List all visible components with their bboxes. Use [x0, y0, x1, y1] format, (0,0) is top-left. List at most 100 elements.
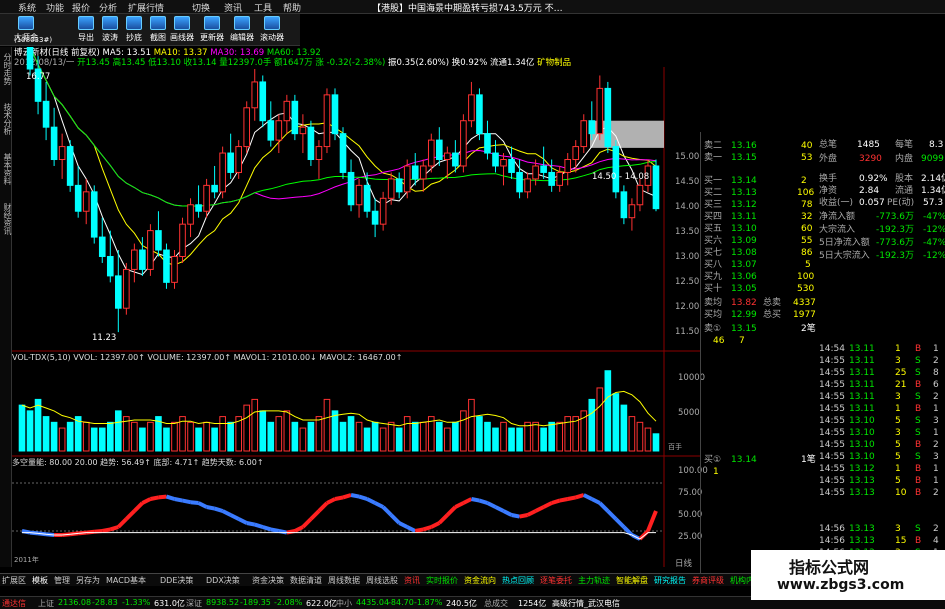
indicator-segment: [141, 497, 152, 505]
volume-bar: [620, 404, 628, 452]
indicator-segment: [366, 497, 377, 505]
editor-button[interactable]: 编辑器: [228, 16, 256, 44]
menu-help[interactable]: 帮助: [283, 1, 301, 14]
volume-bar: [452, 421, 459, 452]
flow-percent: -47%: [923, 238, 945, 248]
candle-body: [556, 171, 563, 186]
info-value: 1.34亿: [921, 186, 945, 196]
volume-bar: [371, 421, 379, 452]
menu-switch[interactable]: 切换: [192, 1, 210, 14]
chart-area[interactable]: 博云新材(日线 前复权) MA5: 13.51 MA10: 13.37 MA30…: [12, 47, 708, 569]
bottom-tab[interactable]: 资金决策: [252, 575, 284, 586]
candle-body: [267, 120, 275, 141]
updater-button[interactable]: 更新器: [198, 16, 226, 44]
tick-direction: B: [915, 344, 922, 354]
indicator-segment: [502, 509, 513, 517]
info-tab[interactable]: 实时报价: [426, 575, 458, 586]
tick-volume: 5: [895, 476, 901, 486]
bottom-tab[interactable]: 另存为: [76, 575, 100, 586]
info-tab[interactable]: 券商评级: [692, 575, 724, 586]
info-value: 3290: [859, 154, 882, 164]
volume-bar: [187, 421, 194, 452]
info-tab[interactable]: 热点回顾: [502, 575, 534, 586]
indicator-segment: [430, 521, 441, 529]
candle-body: [339, 133, 347, 173]
indicator-segment: [519, 513, 528, 519]
candle-body: [612, 146, 620, 193]
scroller-button[interactable]: 滚动器: [258, 16, 286, 44]
tick-price: 13.10: [849, 440, 875, 450]
bottom-tab[interactable]: DDE决策: [160, 575, 193, 586]
menu-extended[interactable]: 扩展行情: [128, 1, 164, 14]
volume-bar: [195, 427, 202, 452]
candle-body: [331, 94, 339, 135]
bottom-tab[interactable]: 周线数据: [328, 575, 360, 586]
bottom-tab[interactable]: DDX决策: [206, 575, 240, 586]
info-tab[interactable]: 资讯: [404, 575, 420, 586]
bottom-tab[interactable]: 模板: [32, 575, 48, 586]
status-zx-value: 4435.04: [356, 598, 390, 607]
buy-row-price: 13.08: [731, 248, 757, 258]
info-tab[interactable]: 研究报告: [654, 575, 686, 586]
menu-analysis[interactable]: 分析: [99, 1, 117, 14]
volume-bar: [203, 421, 210, 452]
indicator-segment: [646, 510, 658, 532]
indicator-segment: [214, 506, 224, 513]
menu-quote[interactable]: 报价: [72, 1, 90, 14]
avg-price: 13.82: [731, 298, 757, 308]
side-tab-technical[interactable]: 技术分析: [0, 103, 12, 135]
candle-body: [251, 81, 259, 109]
queue-sell-count: 2笔: [801, 324, 816, 334]
volume-bar: [163, 427, 170, 452]
tick-price: 13.11: [849, 344, 875, 354]
candle-body: [291, 100, 299, 135]
tick-volume: 1: [895, 464, 901, 474]
candle-body: [147, 230, 154, 270]
info-tab[interactable]: 智能解盘: [616, 575, 648, 586]
menu-function[interactable]: 功能: [46, 1, 64, 14]
menu-system[interactable]: 系统: [18, 1, 36, 14]
candle-body: [452, 152, 459, 167]
draw-line-button[interactable]: 画线器: [168, 16, 196, 44]
tick-count: 1: [933, 404, 939, 414]
price-tick: 12.00: [675, 302, 700, 312]
side-tab-finance-news[interactable]: 财经资讯: [0, 203, 12, 235]
flow-label: 5日净流入额: [819, 238, 870, 248]
indicator-segment: [309, 509, 321, 521]
bottom-tab[interactable]: 扩展区: [2, 575, 26, 586]
indicator-segment: [398, 521, 409, 529]
volume-bar: [323, 398, 331, 452]
indicator-segment: [326, 497, 336, 505]
indicator-segment: [567, 495, 577, 501]
bottom-tab[interactable]: 数据清道: [290, 575, 322, 586]
side-tab-intraday[interactable]: 分时走势: [0, 53, 12, 85]
volume-bar: [604, 370, 612, 452]
flow-label: 大宗流入: [819, 225, 856, 235]
tick-count: 1: [933, 464, 939, 474]
info-tab[interactable]: 逐笔委托: [540, 575, 572, 586]
menu-tools[interactable]: 工具: [254, 1, 272, 14]
quote-panel: 总笔 1485 每笔 8.3 卖二 13.16 40 卖一 13.15 53 外…: [700, 132, 945, 609]
indicator-segment: [606, 509, 618, 521]
bottom-tab[interactable]: MACD基本: [106, 575, 146, 586]
info-tab[interactable]: 主力轨迹: [578, 575, 610, 586]
info-tab[interactable]: 资金流向: [464, 575, 496, 586]
menu-news[interactable]: 资讯: [224, 1, 242, 14]
candle-body: [163, 249, 170, 283]
status-sh-percent: -1.33%: [122, 598, 151, 607]
candle-body: [187, 204, 194, 225]
total-trades-label: 总笔: [819, 140, 838, 150]
side-tab-fundamentals[interactable]: 基本资料: [0, 153, 12, 185]
tick-row: 14:55 13.10 5 S 3: [701, 416, 945, 428]
price-tick: 14.50: [675, 177, 700, 187]
range-label: 14.50 - 14.08: [592, 172, 650, 182]
news-ticker[interactable]: 【港股】中国海景中期盈转亏损743.5万元 不…: [372, 1, 945, 13]
indicator-segment: [559, 497, 569, 503]
volume-bar: [243, 404, 251, 452]
period-daily-tab[interactable]: 日线: [675, 559, 692, 569]
tick-volume: 25: [895, 368, 907, 378]
bottom-tab[interactable]: 管理: [54, 575, 70, 586]
buy-row-price: 13.13: [731, 188, 757, 198]
candle-body: [106, 255, 114, 277]
bottom-tab[interactable]: 周线选股: [366, 575, 398, 586]
